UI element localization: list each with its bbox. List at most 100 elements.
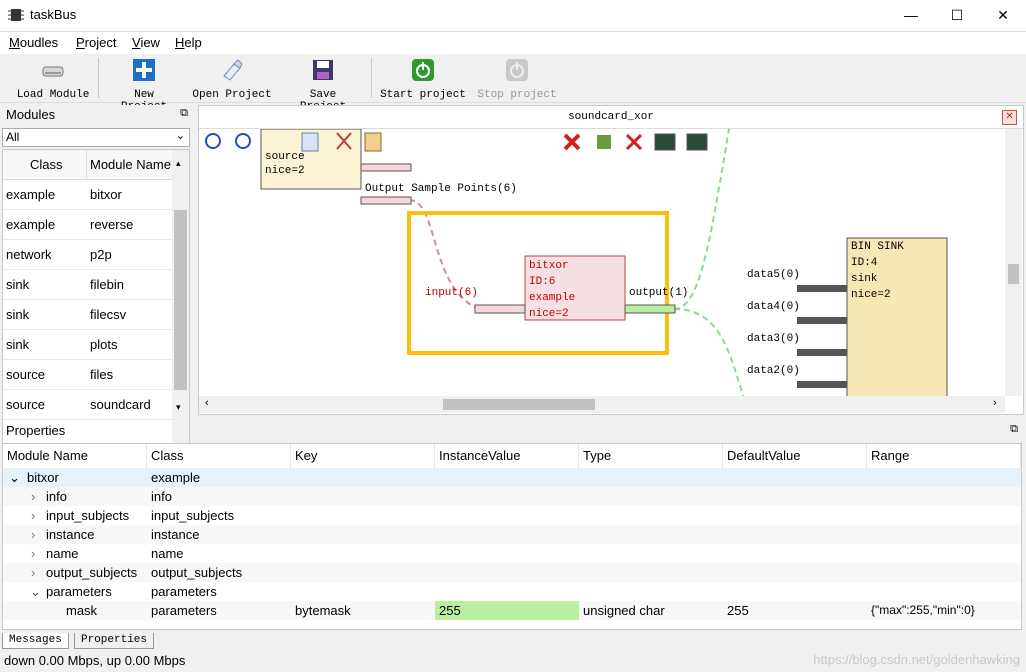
node-bitxor-line: ID:6 [529,276,555,288]
port-output[interactable] [624,304,676,314]
column-header-instance-value[interactable]: InstanceValue [435,444,579,468]
chevron-right-icon[interactable]: › [31,563,35,582]
column-header-type[interactable]: Type [579,444,723,468]
column-header-default-value[interactable]: DefaultValue [723,444,867,468]
tree-row[interactable]: › output_subjects output_subjects [3,563,1021,582]
module-filter-select[interactable]: All ⌄ [2,128,190,147]
scroll-right-icon[interactable]: › [993,397,997,409]
column-header-range[interactable]: Range [867,444,1021,468]
zoom-in-icon[interactable] [205,133,221,149]
column-header-module-name[interactable]: Module Name [3,444,147,468]
vscroll-thumb[interactable] [1008,264,1019,284]
module-name: p2p [90,247,112,262]
sink-port[interactable] [797,285,847,292]
list-item[interactable]: sink filebin [3,270,173,300]
tree-row[interactable]: ⌄ parameters parameters [3,582,1021,601]
monitor-icon[interactable] [654,133,676,151]
flow-graph[interactable]: source nice=2 Output Sample Points(6) bi… [199,129,1023,415]
load-module-button[interactable]: Load Module [16,58,90,101]
list-item[interactable]: example bitxor [3,180,173,210]
module-name: files [90,367,114,382]
link-output-top[interactable] [673,129,730,310]
module-class: example [6,187,56,202]
row-name: info [46,489,67,504]
menu-help[interactable]: Help [175,35,202,50]
sink-port-label: data4(0) [747,301,800,313]
chevron-right-icon[interactable]: › [31,544,35,563]
row-class: input_subjects [151,508,235,523]
list-item[interactable]: source files [3,360,173,390]
properties-tree: Module Name Class Key InstanceValue Type… [2,443,1022,630]
stop-project-button[interactable]: Stop project [476,58,558,101]
list-item[interactable]: sink filecsv [3,300,173,330]
list-item[interactable]: network p2p [3,240,173,270]
port-output-label: output(1) [629,287,688,299]
column-header-module-name[interactable]: Module Name [87,150,173,180]
column-header-key[interactable]: Key [291,444,435,468]
save-project-button[interactable]: Save Project [284,58,362,113]
module-icon[interactable] [597,135,611,149]
list-item[interactable]: sink plots [3,330,173,360]
sink-port[interactable] [797,381,847,388]
start-project-label: Start project [380,89,466,101]
row-class: example [151,470,201,485]
sink-port[interactable] [797,317,847,324]
port-output-samples[interactable] [360,196,412,205]
module-name: bitxor [90,187,122,202]
column-header-class[interactable]: Class [147,444,291,468]
tree-row[interactable]: › info info [3,487,1021,506]
chevron-right-icon[interactable]: › [31,525,35,544]
scrollbar-thumb[interactable] [174,210,187,390]
close-button[interactable]: ✕ [980,0,1026,31]
tree-row-leaf[interactable]: mask parameters bytemask 255 unsigned ch… [3,601,1021,620]
list-item[interactable]: example reverse [3,210,173,240]
open-project-button[interactable]: Open Project [192,58,272,101]
remove-link-icon[interactable] [625,133,643,151]
canvas-vscrollbar[interactable] [1005,129,1022,396]
scroll-left-icon[interactable]: ‹ [205,397,209,409]
menu-view[interactable]: View [132,35,160,50]
copy-icon[interactable] [301,132,319,152]
float-dock-icon[interactable]: ⧉ [180,107,188,120]
chevron-down-icon[interactable]: ⌄ [9,468,20,487]
chevron-down-icon[interactable]: ⌄ [30,582,41,601]
scroll-up-icon[interactable]: ▴ [176,158,181,169]
sink-port[interactable] [797,349,847,356]
properties-dock-title: Properties ⧉ [0,421,1026,441]
chevron-right-icon[interactable]: › [31,487,35,506]
canvas-hscrollbar[interactable]: ‹ › [199,396,1005,413]
maximize-button[interactable]: ☐ [934,0,980,31]
zoom-out-icon[interactable] [235,133,251,149]
sink-port-label: data5(0) [747,269,800,281]
tree-row[interactable]: › input_subjects input_subjects [3,506,1021,525]
chevron-right-icon[interactable]: › [31,506,35,525]
paste-icon[interactable] [364,132,382,152]
node-bitxor-line: example [529,292,575,304]
scroll-down-icon[interactable]: ▾ [176,402,181,413]
hscroll-thumb[interactable] [443,399,595,410]
close-project-icon[interactable]: ✕ [1002,110,1017,125]
minimize-button[interactable]: — [888,0,934,31]
float-dock-icon[interactable]: ⧉ [1010,423,1018,436]
tree-row[interactable]: › instance instance [3,525,1021,544]
list-item[interactable]: source soundcard [3,390,173,420]
column-header-class[interactable]: Class [3,150,87,180]
node-bitxor-line: bitxor [529,260,569,272]
new-project-button[interactable]: New Project [108,58,180,113]
link-output-bottom[interactable] [673,308,745,400]
menu-moudles[interactable]: Moudles [9,35,58,50]
delete-icon[interactable] [563,133,581,151]
port-input-label: input(6) [425,287,478,299]
port-timestamp[interactable] [360,163,412,172]
menu-project[interactable]: Project [76,35,116,50]
start-project-button[interactable]: Start project [380,58,466,101]
tree-row-root[interactable]: ⌄ bitxor example [3,468,1021,487]
port-input[interactable] [474,304,526,314]
tab-messages[interactable]: Messages [2,633,69,649]
module-name: plots [90,337,118,352]
tree-row[interactable]: › name name [3,544,1021,563]
monitor-run-icon[interactable] [686,133,708,151]
tab-properties[interactable]: Properties [74,633,155,649]
instance-value-field[interactable]: 255 [435,601,579,620]
row-name: mask [66,603,98,618]
